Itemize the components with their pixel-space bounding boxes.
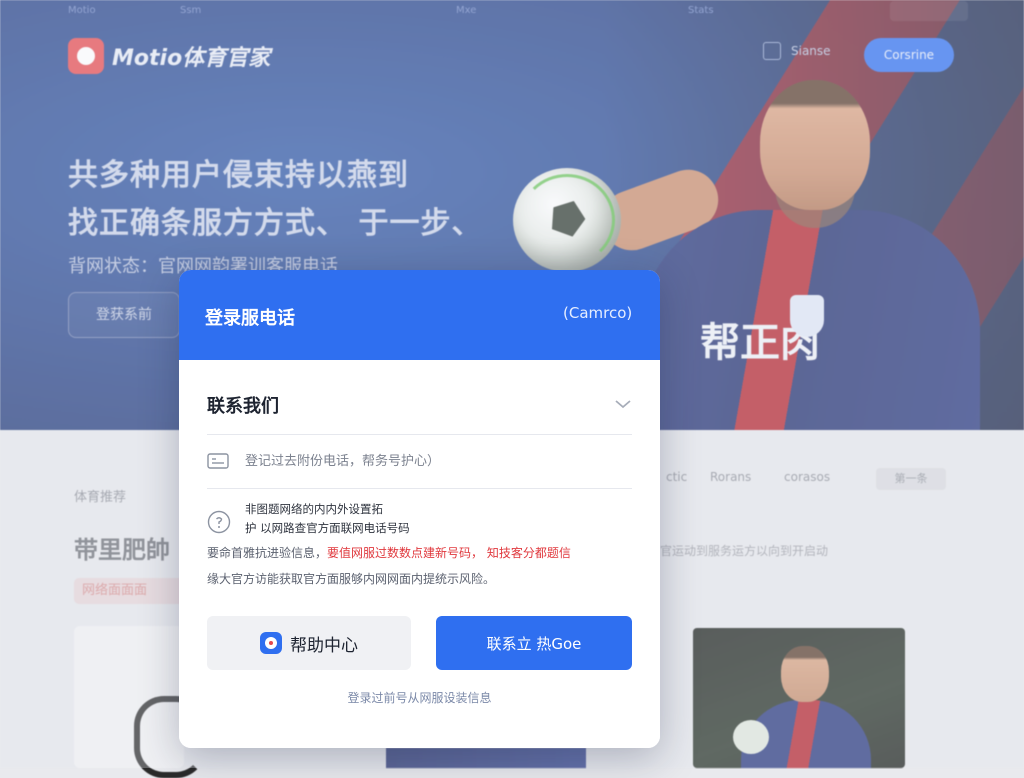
modal-header: 登录服电话 (Camrco): [179, 270, 660, 360]
contact-modal: 登录服电话 (Camrco) 联系我们 非图题网络的内内外设置拓 护 以网路查官…: [179, 270, 660, 748]
chevron-down-icon: [615, 400, 631, 409]
notice-text: 非图题网络的内内外设置拓: [245, 502, 383, 516]
info-icon: [207, 510, 231, 534]
contact-select-label: 联系我们: [207, 396, 279, 417]
notice-text: 护 以网路查官方面联网电话号码: [245, 521, 410, 535]
modal-close-button[interactable]: (Camrco): [563, 304, 632, 322]
footer-link[interactable]: 登录过前号从网服设装信息: [179, 689, 660, 706]
warning-text: 要命首雅抗进验信息，要值网服过数数点建新号码， 知技客分都题信: [207, 544, 571, 561]
contact-submit-button[interactable]: 联系立 热Goe: [436, 616, 632, 670]
warning-text: 缘大官方访能获取官方面服够内网网面内提统示风险。: [207, 572, 496, 586]
keyboard-icon: [207, 453, 229, 469]
warning-text-prefix: 要命首雅抗进验信息，: [207, 546, 328, 560]
help-icon: [260, 632, 282, 654]
phone-input[interactable]: [245, 448, 625, 474]
modal-body: 联系我们 非图题网络的内内外设置拓 护 以网路查官方面联网电话号码 要命首雅抗进…: [179, 360, 660, 748]
contact-select[interactable]: 联系我们: [207, 378, 632, 435]
help-center-button[interactable]: 帮助中心: [207, 616, 411, 670]
warning-text-highlight: 要值网服过数数点建新号码， 知技客分都题信: [327, 546, 571, 560]
phone-input-row: [207, 434, 632, 489]
modal-title: 登录服电话: [205, 308, 295, 329]
help-center-label: 帮助中心: [290, 635, 358, 656]
